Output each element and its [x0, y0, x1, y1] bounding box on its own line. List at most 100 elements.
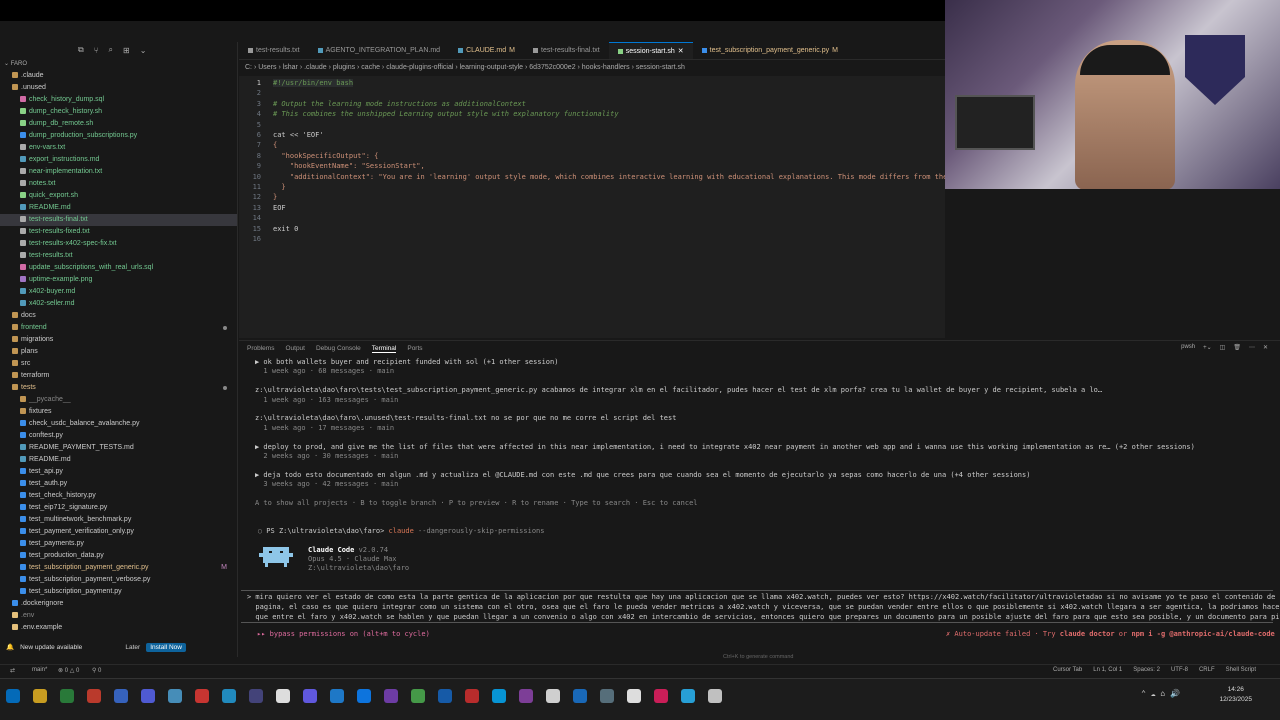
- tree-item[interactable]: test_production_data.py: [0, 550, 237, 562]
- tree-item[interactable]: x402-buyer.md: [0, 286, 237, 298]
- tree-item[interactable]: test-results-x402-spec-fix.txt: [0, 238, 237, 250]
- more-icon[interactable]: ⋯: [1249, 344, 1255, 351]
- editor-tab[interactable]: AGENTO_INTEGRATION_PLAN.md: [309, 42, 450, 59]
- remote-icon[interactable]: ⇄: [10, 667, 15, 674]
- tree-item[interactable]: fixtures: [0, 406, 237, 418]
- close-icon[interactable]: ✕: [1263, 344, 1268, 351]
- tree-item[interactable]: update_subscriptions_with_real_urls.sql: [0, 262, 237, 274]
- taskbar-app-icon[interactable]: [492, 689, 506, 703]
- tree-item[interactable]: test_subscription_payment_verbose.py: [0, 574, 237, 586]
- tree-item[interactable]: conftest.py: [0, 430, 237, 442]
- tree-item[interactable]: .env.example: [0, 622, 237, 634]
- taskbar-app-icon[interactable]: [546, 689, 560, 703]
- taskbar-app-icon[interactable]: [519, 689, 533, 703]
- taskbar-app-icon[interactable]: [600, 689, 614, 703]
- ports-status[interactable]: ⚲ 0: [92, 667, 101, 674]
- tree-item[interactable]: README.md: [0, 202, 237, 214]
- split-icon[interactable]: ◫: [1220, 344, 1226, 351]
- taskbar-app-icon[interactable]: [654, 689, 668, 703]
- tree-item[interactable]: near-implementation.txt: [0, 166, 237, 178]
- tree-item[interactable]: README.md: [0, 454, 237, 466]
- panel-tab-output[interactable]: Output: [285, 345, 305, 352]
- search-icon[interactable]: ⌕: [109, 45, 113, 55]
- terminal-shell-label[interactable]: pwsh: [1181, 344, 1195, 351]
- tree-item[interactable]: .dockerignore: [0, 598, 237, 610]
- taskbar-app-icon[interactable]: [681, 689, 695, 703]
- tree-item[interactable]: test_auth.py: [0, 478, 237, 490]
- tray-icons[interactable]: ⌃ ☁ ⌂ 🔊: [1141, 689, 1180, 698]
- tree-item[interactable]: x402-seller.md: [0, 298, 237, 310]
- taskbar-app-icon[interactable]: [438, 689, 452, 703]
- taskbar-app-icon[interactable]: [195, 689, 209, 703]
- clock[interactable]: 14:26 12/23/2025: [1219, 685, 1252, 705]
- panel-tab-debug-console[interactable]: Debug Console: [316, 345, 361, 352]
- tree-item[interactable]: export_instructions.md: [0, 154, 237, 166]
- taskbar-app-icon[interactable]: [411, 689, 425, 703]
- tree-item[interactable]: terraform: [0, 370, 237, 382]
- code-editor[interactable]: 1 #!/usr/bin/env bash 2 3 # Output the learn…: [239, 76, 945, 338]
- taskbar-app-icon[interactable]: [330, 689, 344, 703]
- later-button[interactable]: Later: [125, 644, 140, 651]
- tree-item[interactable]: uptime-example.png: [0, 274, 237, 286]
- taskbar-app-icon[interactable]: [384, 689, 398, 703]
- tree-item[interactable]: env-vars.txt: [0, 142, 237, 154]
- tree-item[interactable]: check_usdc_balance_avalanche.py: [0, 418, 237, 430]
- tree-item[interactable]: test_payment_verification_only.py: [0, 526, 237, 538]
- tree-item[interactable]: .unused: [0, 82, 237, 94]
- new-file-icon[interactable]: ⧉: [78, 45, 84, 55]
- tree-item[interactable]: frontend: [0, 322, 237, 334]
- taskbar-app-icon[interactable]: [249, 689, 263, 703]
- taskbar-app-icon[interactable]: [708, 689, 722, 703]
- taskbar-app-icon[interactable]: [357, 689, 371, 703]
- trash-icon[interactable]: 🗑: [1233, 344, 1241, 351]
- tree-item[interactable]: test_check_history.py: [0, 490, 237, 502]
- tree-item[interactable]: README_PAYMENT_TESTS.md: [0, 442, 237, 454]
- chevron-down-icon[interactable]: ⌄: [140, 46, 147, 55]
- taskbar-app-icon[interactable]: [627, 689, 641, 703]
- editor-tab[interactable]: test-results.txt: [239, 42, 309, 59]
- status-item[interactable]: Spaces: 2: [1133, 667, 1160, 673]
- tree-item[interactable]: test-results.txt: [0, 250, 237, 262]
- tree-item[interactable]: test_eip712_signature.py: [0, 502, 237, 514]
- taskbar-app-icon[interactable]: [6, 689, 20, 703]
- status-item[interactable]: Shell Script: [1226, 667, 1256, 673]
- tree-item[interactable]: migrations: [0, 334, 237, 346]
- tree-item[interactable]: __pycache__: [0, 394, 237, 406]
- taskbar-app-icon[interactable]: [276, 689, 290, 703]
- tree-item[interactable]: quick_export.sh: [0, 190, 237, 202]
- taskbar-app-icon[interactable]: [573, 689, 587, 703]
- problems-status[interactable]: ⊗ 0 △ 0: [58, 667, 79, 674]
- explorer-root[interactable]: ⌄ FARO: [0, 58, 237, 70]
- taskbar-app-icon[interactable]: [141, 689, 155, 703]
- close-icon[interactable]: ✕: [678, 47, 684, 55]
- branch-status[interactable]: main*: [32, 667, 47, 673]
- editor-tab[interactable]: test_subscription_payment_generic.py M: [693, 42, 847, 59]
- tree-item[interactable]: test-results-final.txt: [0, 214, 237, 226]
- panel-tab-problems[interactable]: Problems: [247, 345, 274, 352]
- status-item[interactable]: Ln 1, Col 1: [1093, 667, 1122, 673]
- editor-tab[interactable]: test-results-final.txt: [524, 42, 609, 59]
- tree-item[interactable]: notes.txt: [0, 178, 237, 190]
- taskbar-app-icon[interactable]: [465, 689, 479, 703]
- taskbar-app-icon[interactable]: [168, 689, 182, 703]
- status-item[interactable]: Cursor Tab: [1053, 667, 1082, 673]
- tree-item[interactable]: dump_db_remote.sh: [0, 118, 237, 130]
- taskbar-app-icon[interactable]: [60, 689, 74, 703]
- tree-item[interactable]: test-results-fixed.txt: [0, 226, 237, 238]
- install-now-button[interactable]: Install Now: [146, 642, 186, 652]
- tree-item[interactable]: src: [0, 358, 237, 370]
- claude-input-box[interactable]: > mira quiero ver el estado de como esta…: [241, 590, 1280, 623]
- tree-item[interactable]: check_history_dump.sql: [0, 94, 237, 106]
- tree-item[interactable]: test_api.py: [0, 466, 237, 478]
- add-terminal-icon[interactable]: +⌄: [1203, 344, 1212, 351]
- tree-item[interactable]: dump_check_history.sh: [0, 106, 237, 118]
- panel-tab-ports[interactable]: Ports: [407, 345, 422, 352]
- taskbar-app-icon[interactable]: [114, 689, 128, 703]
- editor-tab[interactable]: session-start.sh ✕: [608, 42, 693, 59]
- tree-item[interactable]: test_subscription_payment_generic.py M: [0, 562, 237, 574]
- tree-item[interactable]: dump_production_subscriptions.py: [0, 130, 237, 142]
- status-item[interactable]: UTF-8: [1171, 667, 1188, 673]
- extensions-icon[interactable]: ⊞: [123, 46, 130, 55]
- tree-item[interactable]: plans: [0, 346, 237, 358]
- tree-item[interactable]: tests: [0, 382, 237, 394]
